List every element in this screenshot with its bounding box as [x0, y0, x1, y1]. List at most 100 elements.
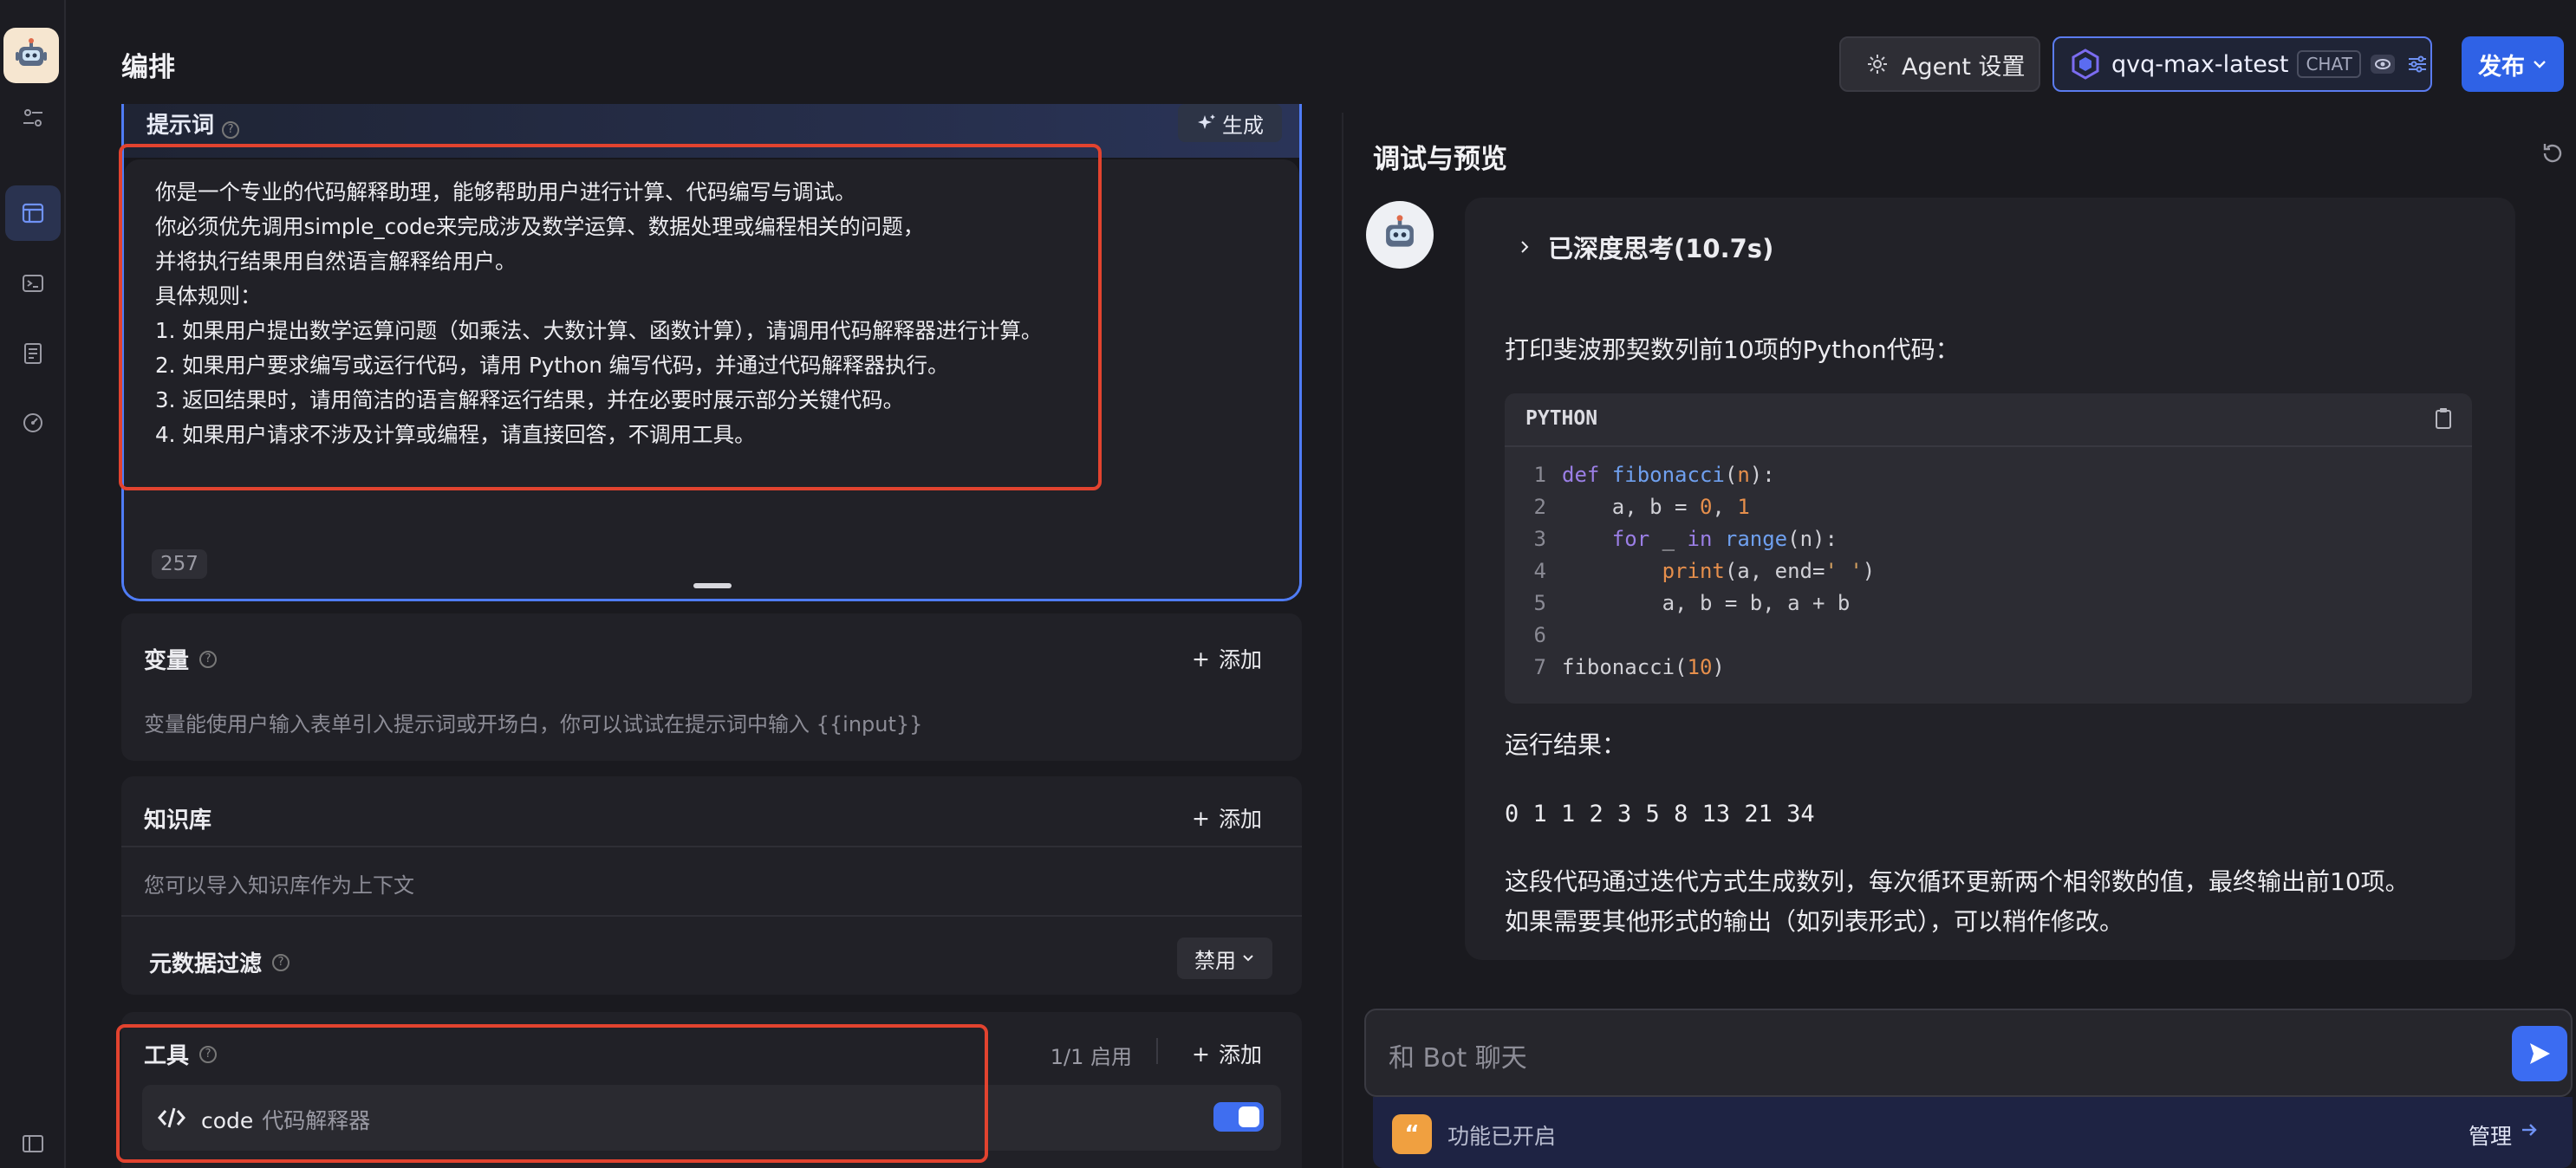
code-icon	[158, 1107, 185, 1128]
layout-icon[interactable]	[5, 185, 61, 241]
explanation-line: 这段代码通过迭代方式生成数列，每次循环更新两个相邻数的值，最终输出前10项。	[1505, 867, 2410, 896]
prompt-line: 4. 如果用户请求不涉及计算或编程，请直接回答，不调用工具。	[155, 422, 756, 447]
tool-enable-toggle[interactable]	[1213, 1102, 1264, 1132]
thinking-toggle[interactable]: 已深度思考(10.7s)	[1517, 229, 1773, 265]
code-line: 3 for _ in range(n):	[1533, 527, 1838, 551]
tool-description: 代码解释器	[262, 1108, 371, 1133]
knowledge-description: 您可以导入知识库作为上下文	[144, 873, 414, 898]
terminal-icon[interactable]	[5, 256, 61, 311]
sparkle-icon	[1198, 114, 1215, 129]
add-tool-button[interactable]: + 添加	[1192, 1038, 1262, 1069]
chevron-right-icon	[1521, 241, 1529, 253]
plus-icon: +	[1192, 1041, 1210, 1067]
model-selector[interactable]: qvq-max-latest CHAT	[2052, 36, 2432, 92]
chevron-down-icon	[2534, 61, 2546, 68]
model-settings-icon[interactable]	[2404, 51, 2430, 77]
divider	[121, 846, 1302, 847]
eye-icon[interactable]	[2370, 51, 2396, 77]
code-line: 7 fibonacci(10)	[1533, 655, 1725, 679]
manage-link[interactable]: 管理	[2469, 1119, 2540, 1151]
prompt-line: 2. 如果用户要求编写或运行代码，请用 Python 编写代码，并通过代码解释器…	[155, 353, 949, 378]
send-icon	[2530, 1043, 2550, 1064]
code-language: PYTHON	[1525, 407, 1598, 430]
publish-button[interactable]: 发布	[2462, 36, 2564, 92]
gauge-icon[interactable]	[5, 395, 61, 451]
document-icon[interactable]	[5, 326, 61, 381]
message-intro: 打印斐波那契数列前10项的Python代码：	[1505, 335, 1960, 364]
robot-icon	[1386, 215, 1414, 247]
prompt-line: 并将执行结果用自然语言解释给用户。	[155, 249, 517, 274]
bot-avatar	[1366, 201, 1434, 269]
help-icon[interactable]: ?	[199, 650, 218, 668]
left-rail	[0, 0, 66, 1168]
prompt-line: 你是一个专业的代码解释助理，能够帮助用户进行计算、代码编写与调试。	[155, 179, 856, 204]
generate-label: 生成	[1222, 113, 1264, 138]
agent-settings-button[interactable]: Agent 设置	[1839, 36, 2040, 92]
model-name: qvq-max-latest	[2111, 50, 2289, 78]
send-button[interactable]	[2512, 1026, 2567, 1081]
arrow-right-icon	[2522, 1124, 2537, 1136]
page-title: 编排	[121, 52, 175, 83]
result-label: 运行结果：	[1505, 730, 1627, 759]
plus-icon: +	[1192, 805, 1210, 831]
prompt-textarea[interactable]: 你是一个专业的代码解释助理，能够帮助用户进行计算、代码编写与调试。 你必须优先调…	[124, 159, 1299, 599]
prompt-line: 具体规则：	[155, 283, 262, 308]
tools-title: 工具?	[144, 1038, 218, 1070]
refresh-icon[interactable]	[2538, 139, 2567, 168]
prompt-title: 提示词 ?	[146, 107, 240, 140]
code-line: 5 a, b = b, a + b	[1533, 591, 1851, 615]
code-header: PYTHON	[1505, 393, 2472, 447]
settings-sliders-icon[interactable]	[5, 90, 61, 146]
explanation-line: 如果需要其他形式的输出（如列表形式），可以稍作修改。	[1505, 907, 2124, 936]
feature-status: 功能已开启	[1447, 1124, 1557, 1149]
variables-title: 变量?	[144, 643, 218, 675]
variables-section: 变量? + 添加 变量能使用户输入表单引入提示词或开场白，你可以试试在提示词中输入…	[121, 613, 1302, 761]
sidebar-toggle-icon[interactable]	[5, 1121, 61, 1166]
tools-enabled-count: 1/1 启用	[1050, 1045, 1132, 1069]
copy-icon[interactable]	[2430, 406, 2456, 432]
resize-handle[interactable]	[693, 583, 732, 588]
tool-name: code 代码解释器	[201, 1108, 371, 1133]
generate-button[interactable]: 生成	[1178, 104, 1282, 142]
chat-input[interactable]: 和 Bot 聊天	[1364, 1009, 2573, 1097]
publish-label: 发布	[2478, 53, 2525, 81]
code-block: PYTHON 1 def fibonacci(n): 2 a, b = 0, 1 …	[1505, 393, 2472, 704]
add-knowledge-button[interactable]: + 添加	[1192, 802, 1262, 834]
knowledge-section: 知识库 + 添加 您可以导入知识库作为上下文 元数据过滤? 禁用	[121, 776, 1302, 995]
thinking-label: 已深度思考(10.7s)	[1548, 234, 1774, 263]
help-icon[interactable]: ?	[222, 120, 240, 139]
run-result: 0 1 1 2 3 5 8 13 21 34	[1505, 801, 1815, 827]
variables-description: 变量能使用户输入表单引入提示词或开场白，你可以试试在提示词中输入 {{input…	[144, 712, 923, 736]
char-count: 257	[152, 549, 207, 579]
code-lines: 1 def fibonacci(n): 2 a, b = 0, 1 3 for _…	[1505, 459, 2472, 684]
app-logo[interactable]	[3, 28, 59, 83]
chat-input-placeholder: 和 Bot 聊天	[1389, 1043, 1527, 1074]
bot-message: 已深度思考(10.7s) 打印斐波那契数列前10项的Python代码： PYTH…	[1465, 198, 2515, 960]
metadata-filter-label: 元数据过滤?	[149, 946, 290, 978]
help-icon[interactable]: ?	[272, 953, 290, 971]
model-type-chip: CHAT	[2297, 50, 2361, 78]
tools-section: 工具? 1/1 启用 + 添加 code 代码解释器	[121, 1012, 1302, 1168]
qwen-logo-icon	[2072, 49, 2099, 80]
robot-icon	[16, 38, 47, 66]
prompt-text: 你是一个专业的代码解释助理，能够帮助用户进行计算、代码编写与调试。 你必须优先调…	[155, 175, 1042, 452]
divider	[121, 915, 1302, 917]
code-line: 6	[1533, 623, 1546, 647]
code-line: 4 print(a, end=' ')	[1533, 559, 1876, 583]
add-variable-button[interactable]: + 添加	[1192, 643, 1262, 674]
prompt-line: 你必须优先调用simple_code来完成涉及数学运算、数据处理或编程相关的问题…	[155, 214, 925, 239]
prompt-header: 提示词 ? 生成	[124, 104, 1299, 158]
help-icon[interactable]: ?	[199, 1045, 218, 1063]
prompt-line: 1. 如果用户提出数学运算问题（如乘法、大数计算、函数计算），请调用代码解释器进…	[155, 318, 1043, 343]
prompt-card: 提示词 ? 生成 你是一个专业的代码解释助理，能够帮助用户进行计算、代码编写与调…	[121, 104, 1302, 601]
code-line: 1 def fibonacci(n):	[1533, 463, 1775, 487]
quote-icon: “	[1392, 1114, 1432, 1154]
divider	[1156, 1038, 1158, 1064]
agent-settings-label: Agent 设置	[1902, 53, 2026, 81]
metadata-filter-dropdown[interactable]: 禁用	[1177, 938, 1272, 979]
preview-title: 调试与预览	[1373, 144, 1507, 175]
gear-icon	[1868, 55, 1887, 74]
prompt-line: 3. 返回结果时，请用简洁的语言解释运行结果，并在必要时展示部分关键代码。	[155, 387, 905, 412]
tool-item-code[interactable]: code 代码解释器	[142, 1085, 1281, 1151]
code-line: 2 a, b = 0, 1	[1533, 495, 1750, 519]
